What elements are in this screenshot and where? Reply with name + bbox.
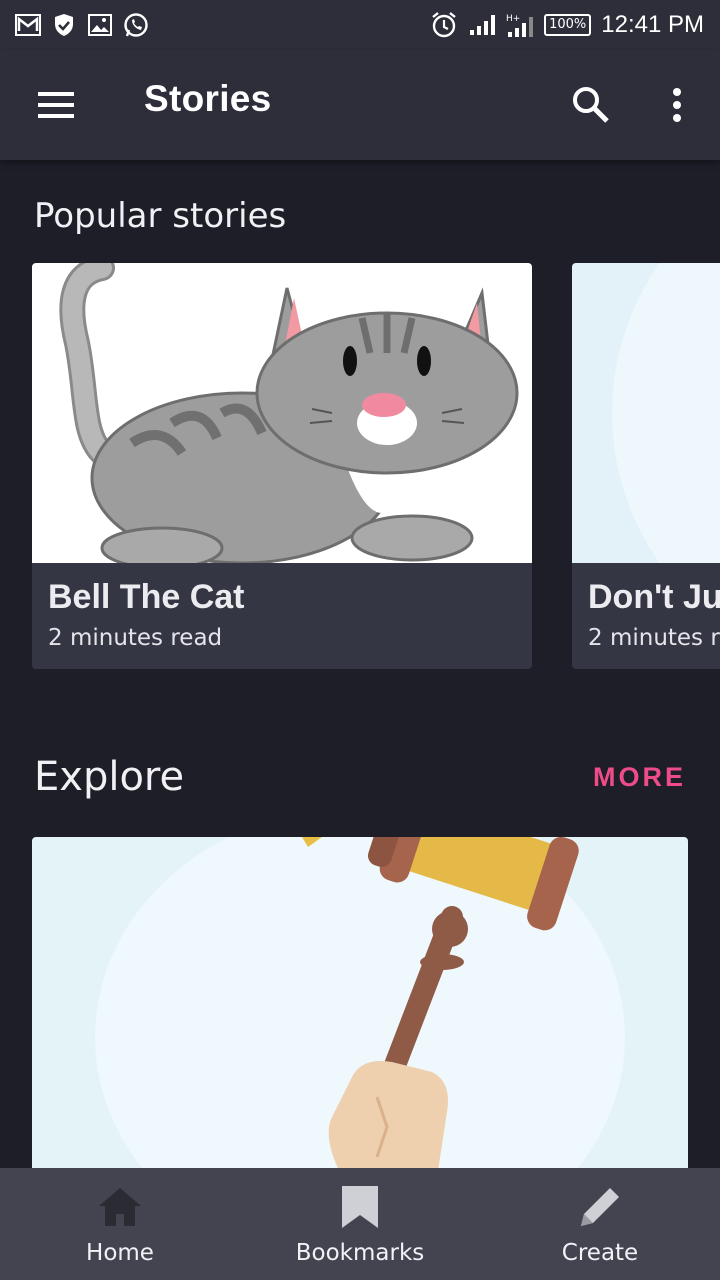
- bookmark-icon: [335, 1182, 385, 1232]
- story-card-dont-judge[interactable]: Don't Ju 2 minutes r: [572, 263, 720, 669]
- menu-button[interactable]: [28, 80, 84, 130]
- status-bar: H+ 100% 12:41 PM: [0, 0, 720, 50]
- pencil-icon: [575, 1182, 625, 1232]
- app-bar: Stories: [0, 50, 720, 160]
- story-title: Bell The Cat: [48, 578, 245, 616]
- home-icon: [95, 1182, 145, 1232]
- nav-create[interactable]: Create: [480, 1168, 720, 1280]
- status-time: 12:41 PM: [601, 11, 704, 38]
- nav-home[interactable]: Home: [0, 1168, 240, 1280]
- svg-text:H+: H+: [506, 14, 520, 24]
- whatsapp-icon: [122, 11, 150, 39]
- signal-h-plus-icon: H+: [506, 11, 534, 39]
- shield-icon: [50, 11, 78, 39]
- gmail-icon: [14, 11, 42, 39]
- status-right-icons: H+ 100% 12:41 PM: [430, 11, 720, 39]
- story-card-bell-the-cat[interactable]: Bell The Cat 2 minutes read: [32, 263, 532, 669]
- nav-bookmarks[interactable]: Bookmarks: [240, 1168, 480, 1280]
- cat-illustration: [32, 263, 532, 563]
- more-options-button[interactable]: [652, 80, 702, 130]
- light-blue-illustration: [572, 263, 720, 563]
- nav-bookmarks-label: Bookmarks: [295, 1240, 425, 1266]
- stories-screen: H+ 100% 12:41 PM Stories Popular stories: [0, 0, 720, 1280]
- popular-stories-title: Popular stories: [34, 196, 287, 236]
- nav-home-label: Home: [86, 1240, 154, 1266]
- story-read-time: 2 minutes read: [48, 625, 223, 651]
- app-title: Stories: [144, 78, 272, 119]
- explore-card[interactable]: [32, 837, 688, 1177]
- more-vert-icon: [673, 88, 681, 122]
- battery-icon: 100%: [544, 14, 592, 36]
- signal-icon: [468, 11, 496, 39]
- story-read-time: 2 minutes r: [588, 625, 720, 651]
- explore-title: Explore: [34, 754, 185, 800]
- gallery-icon: [86, 11, 114, 39]
- more-link[interactable]: MORE: [593, 762, 686, 793]
- status-left-icons: [0, 11, 150, 39]
- story-title: Don't Ju: [588, 578, 720, 616]
- search-button[interactable]: [566, 80, 616, 130]
- alarm-icon: [430, 11, 458, 39]
- search-icon: [573, 87, 609, 123]
- nav-create-label: Create: [561, 1240, 639, 1266]
- bottom-nav: Home Bookmarks Create: [0, 1168, 720, 1280]
- gavel-illustration: [95, 837, 625, 1177]
- menu-icon: [38, 92, 74, 118]
